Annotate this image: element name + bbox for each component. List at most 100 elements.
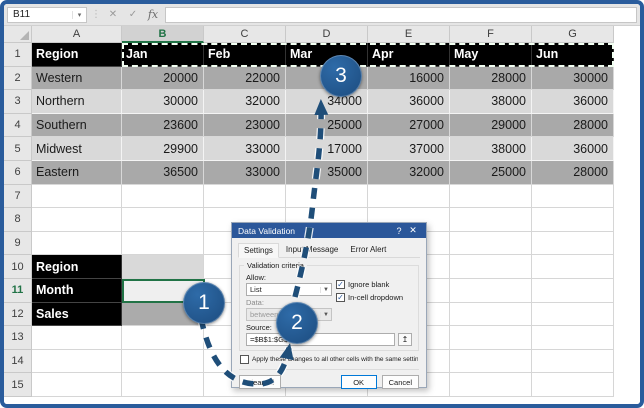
cell-F5[interactable]: 38000 [450,137,532,161]
name-box-dropdown-icon[interactable]: ▾ [72,10,86,19]
cell-C7[interactable] [204,184,286,209]
cell-G2[interactable]: 30000 [532,66,614,91]
checkbox-checked-icon[interactable]: ✓ [336,293,345,302]
ok-button[interactable]: OK [340,375,377,389]
cell-B8[interactable] [122,208,204,232]
cell-G11[interactable] [532,278,614,303]
row-header-8[interactable]: 8 [4,208,32,232]
cell-F10[interactable] [450,255,532,279]
select-all-button[interactable] [4,26,32,43]
cell-G6[interactable]: 28000 [532,160,614,185]
col-header-E[interactable]: E [368,26,450,43]
cell-G14[interactable] [532,349,614,374]
cell-B7[interactable] [122,184,204,209]
row-header-1[interactable]: 1 [4,43,32,67]
cell-G4[interactable]: 28000 [532,113,614,138]
row-header-10[interactable]: 10 [4,255,32,279]
ignore-blank-checkbox[interactable]: ✓ Ignore blank [336,280,403,289]
cell-B5[interactable]: 29900 [122,137,204,161]
cell-F4[interactable]: 29000 [450,113,532,138]
allow-dropdown[interactable]: List ▼ [246,283,332,296]
enter-icon[interactable]: ✓ [125,9,141,20]
cell-F12[interactable] [450,302,532,327]
row-header-6[interactable]: 6 [4,160,32,185]
cell-A3[interactable]: Northern [32,90,122,114]
source-input[interactable]: =$B$1:$G$1 [246,333,395,346]
close-icon[interactable]: ✕ [406,225,420,236]
cell-E7[interactable] [368,184,450,209]
in-cell-dropdown-checkbox[interactable]: ✓ In-cell dropdown [336,293,403,302]
cell-G1[interactable]: Jun [532,43,614,67]
cell-F8[interactable] [450,208,532,232]
cell-D7[interactable] [286,184,368,209]
cell-B2[interactable]: 20000 [122,66,204,91]
cell-G12[interactable] [532,302,614,327]
cell-A12[interactable]: Sales [32,302,122,327]
cell-F15[interactable] [450,373,532,397]
tab-input-message[interactable]: Input Message [281,243,343,257]
cell-B10[interactable] [122,255,204,279]
cell-E5[interactable]: 37000 [368,137,450,161]
name-box[interactable]: B11 ▾ [7,6,87,23]
cell-A10[interactable]: Region [32,255,122,279]
cell-G13[interactable] [532,326,614,350]
checkbox-checked-icon[interactable]: ✓ [336,280,345,289]
cell-G15[interactable] [532,373,614,397]
cell-A9[interactable] [32,231,122,256]
cell-B13[interactable] [122,326,204,350]
cell-C6[interactable]: 33000 [204,160,286,185]
cell-F7[interactable] [450,184,532,209]
tab-error-alert[interactable]: Error Alert [345,243,391,257]
cell-F13[interactable] [450,326,532,350]
col-header-C[interactable]: C [204,26,286,43]
cell-F2[interactable]: 28000 [450,66,532,91]
cell-B4[interactable]: 23600 [122,113,204,138]
row-header-4[interactable]: 4 [4,113,32,138]
cell-G5[interactable]: 36000 [532,137,614,161]
cell-B3[interactable]: 30000 [122,90,204,114]
cell-D4[interactable]: 25000 [286,113,368,138]
cell-A13[interactable] [32,326,122,350]
insert-function-icon[interactable]: fx [145,8,161,21]
cell-A14[interactable] [32,349,122,374]
help-icon[interactable]: ? [392,226,406,236]
col-header-F[interactable]: F [450,26,532,43]
col-header-D[interactable]: D [286,26,368,43]
cell-B1[interactable]: Jan [122,43,204,67]
row-header-11[interactable]: 11 [4,278,32,303]
cell-D6[interactable]: 35000 [286,160,368,185]
cell-A8[interactable] [32,208,122,232]
cell-A2[interactable]: Western [32,66,122,91]
cell-A7[interactable] [32,184,122,209]
clear-all-button[interactable]: Clear All [239,375,281,389]
cell-G8[interactable] [532,208,614,232]
tab-settings[interactable]: Settings [238,243,279,258]
cell-E1[interactable]: Apr [368,43,450,67]
cell-C2[interactable]: 22000 [204,66,286,91]
row-header-9[interactable]: 9 [4,231,32,256]
cell-F14[interactable] [450,349,532,374]
cell-C3[interactable]: 32000 [204,90,286,114]
cell-G7[interactable] [532,184,614,209]
row-header-5[interactable]: 5 [4,137,32,161]
row-header-2[interactable]: 2 [4,66,32,91]
cell-E3[interactable]: 36000 [368,90,450,114]
row-header-7[interactable]: 7 [4,184,32,209]
cell-E4[interactable]: 27000 [368,113,450,138]
cell-G10[interactable] [532,255,614,279]
cell-D3[interactable]: 34000 [286,90,368,114]
cell-B14[interactable] [122,349,204,374]
cell-D5[interactable]: 17000 [286,137,368,161]
dialog-titlebar[interactable]: Data Validation ? ✕ [232,223,426,238]
formula-bar[interactable] [165,6,637,23]
cell-E2[interactable]: 16000 [368,66,450,91]
cancel-icon[interactable]: ✕ [105,9,121,20]
cell-F11[interactable] [450,278,532,303]
cell-B6[interactable]: 36500 [122,160,204,185]
cell-A1[interactable]: Region [32,43,122,67]
checkbox-unchecked-icon[interactable] [240,355,249,364]
apply-changes-checkbox[interactable]: Apply these changes to all other cells w… [240,355,418,364]
cell-A4[interactable]: Southern [32,113,122,138]
row-header-3[interactable]: 3 [4,90,32,114]
cell-F3[interactable]: 38000 [450,90,532,114]
